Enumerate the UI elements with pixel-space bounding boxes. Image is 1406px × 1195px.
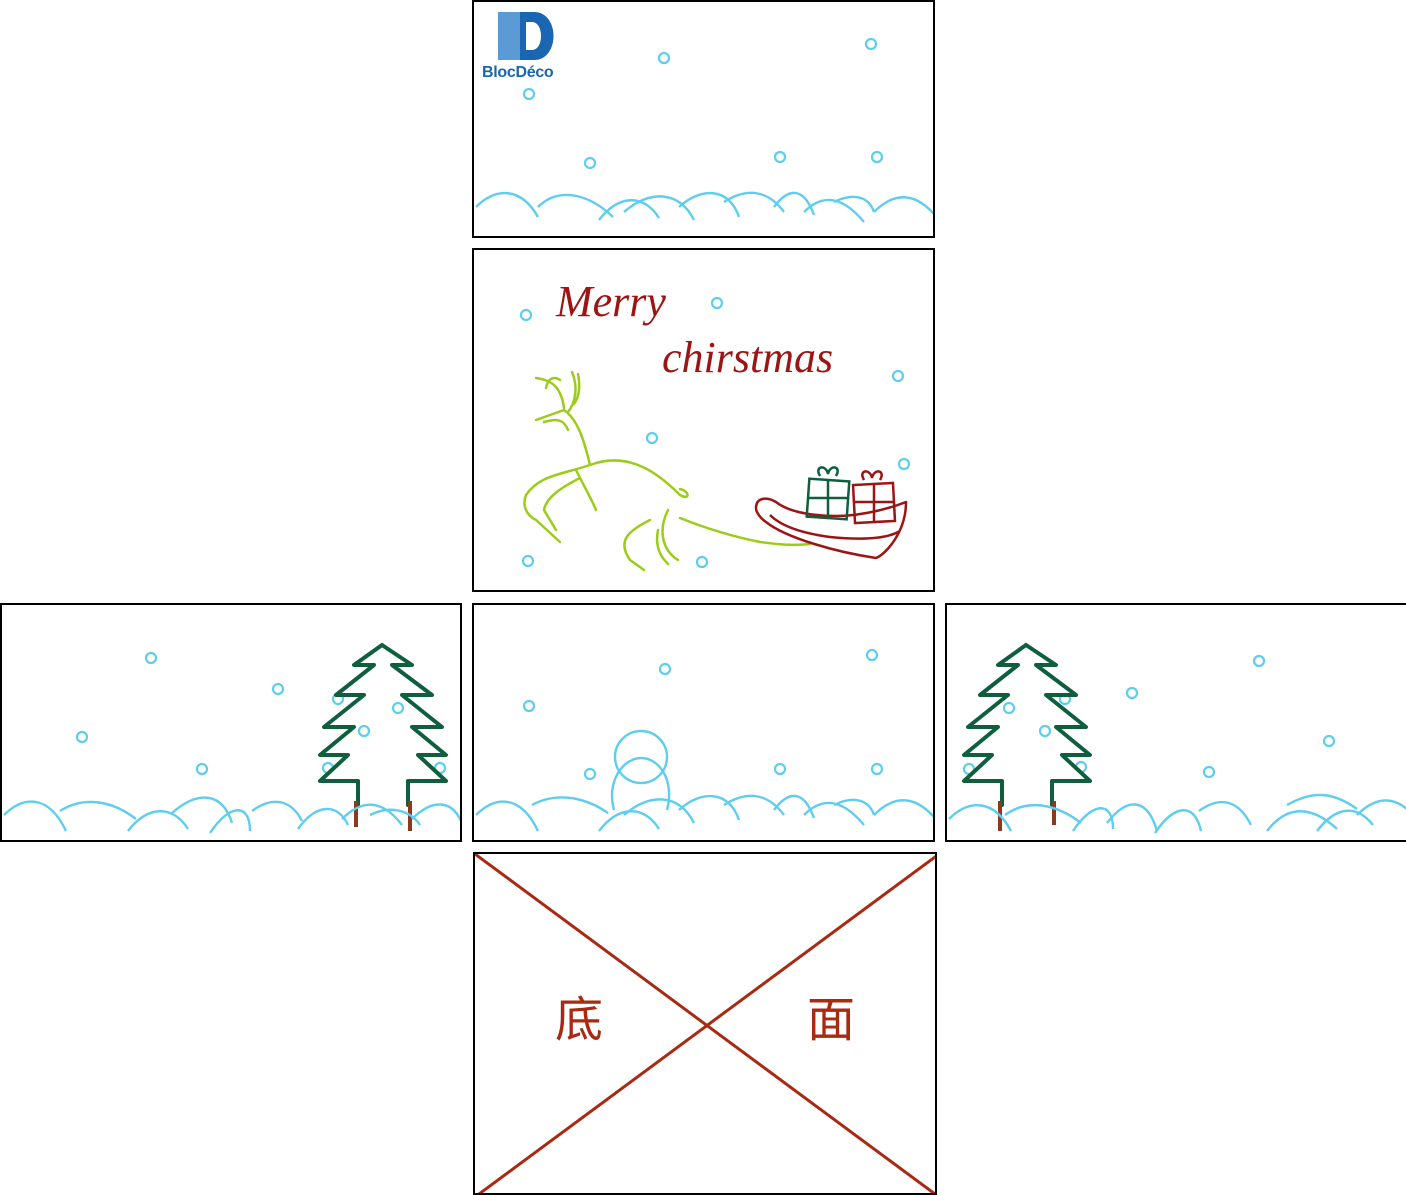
left-panel-art	[3, 643, 460, 834]
christmas-tree-icon	[318, 643, 448, 831]
gift-box-icon	[805, 466, 851, 521]
front-panel-art	[519, 296, 911, 572]
box-left-side-panel	[0, 603, 462, 842]
snow-drifts	[475, 794, 933, 832]
top-panel-art	[475, 12, 933, 223]
bottom-cross	[475, 854, 935, 1193]
bloc-deco-logo	[498, 12, 554, 60]
box-right-side-panel	[945, 603, 1406, 842]
snow-drifts	[948, 793, 1406, 834]
box-front-panel: Merry chirstmas	[472, 248, 935, 592]
snowflakes	[522, 648, 884, 781]
snowman-icon	[611, 729, 671, 811]
sleigh-icon	[754, 497, 908, 560]
bottom-label-right: 面	[807, 992, 856, 1048]
greeting-line-1: Merry	[556, 277, 666, 326]
box-back-panel	[472, 603, 935, 842]
center-panel-art	[475, 648, 933, 832]
box-top-panel: BlocDéco	[472, 0, 935, 238]
greeting-line-2: chirstmas	[662, 333, 834, 382]
snowflakes	[75, 651, 447, 776]
reindeer-icon	[523, 370, 812, 572]
snow-drifts	[3, 796, 460, 834]
snowflakes	[522, 37, 884, 170]
logo-wordmark: BlocDéco	[482, 64, 554, 81]
bottom-label-left: 底	[555, 992, 604, 1048]
right-panel-art	[948, 643, 1406, 834]
box-bottom-panel: 底 面	[473, 852, 937, 1195]
christmas-tree-icon	[962, 643, 1092, 831]
snowflakes	[962, 654, 1336, 779]
snow-drifts	[475, 191, 933, 223]
